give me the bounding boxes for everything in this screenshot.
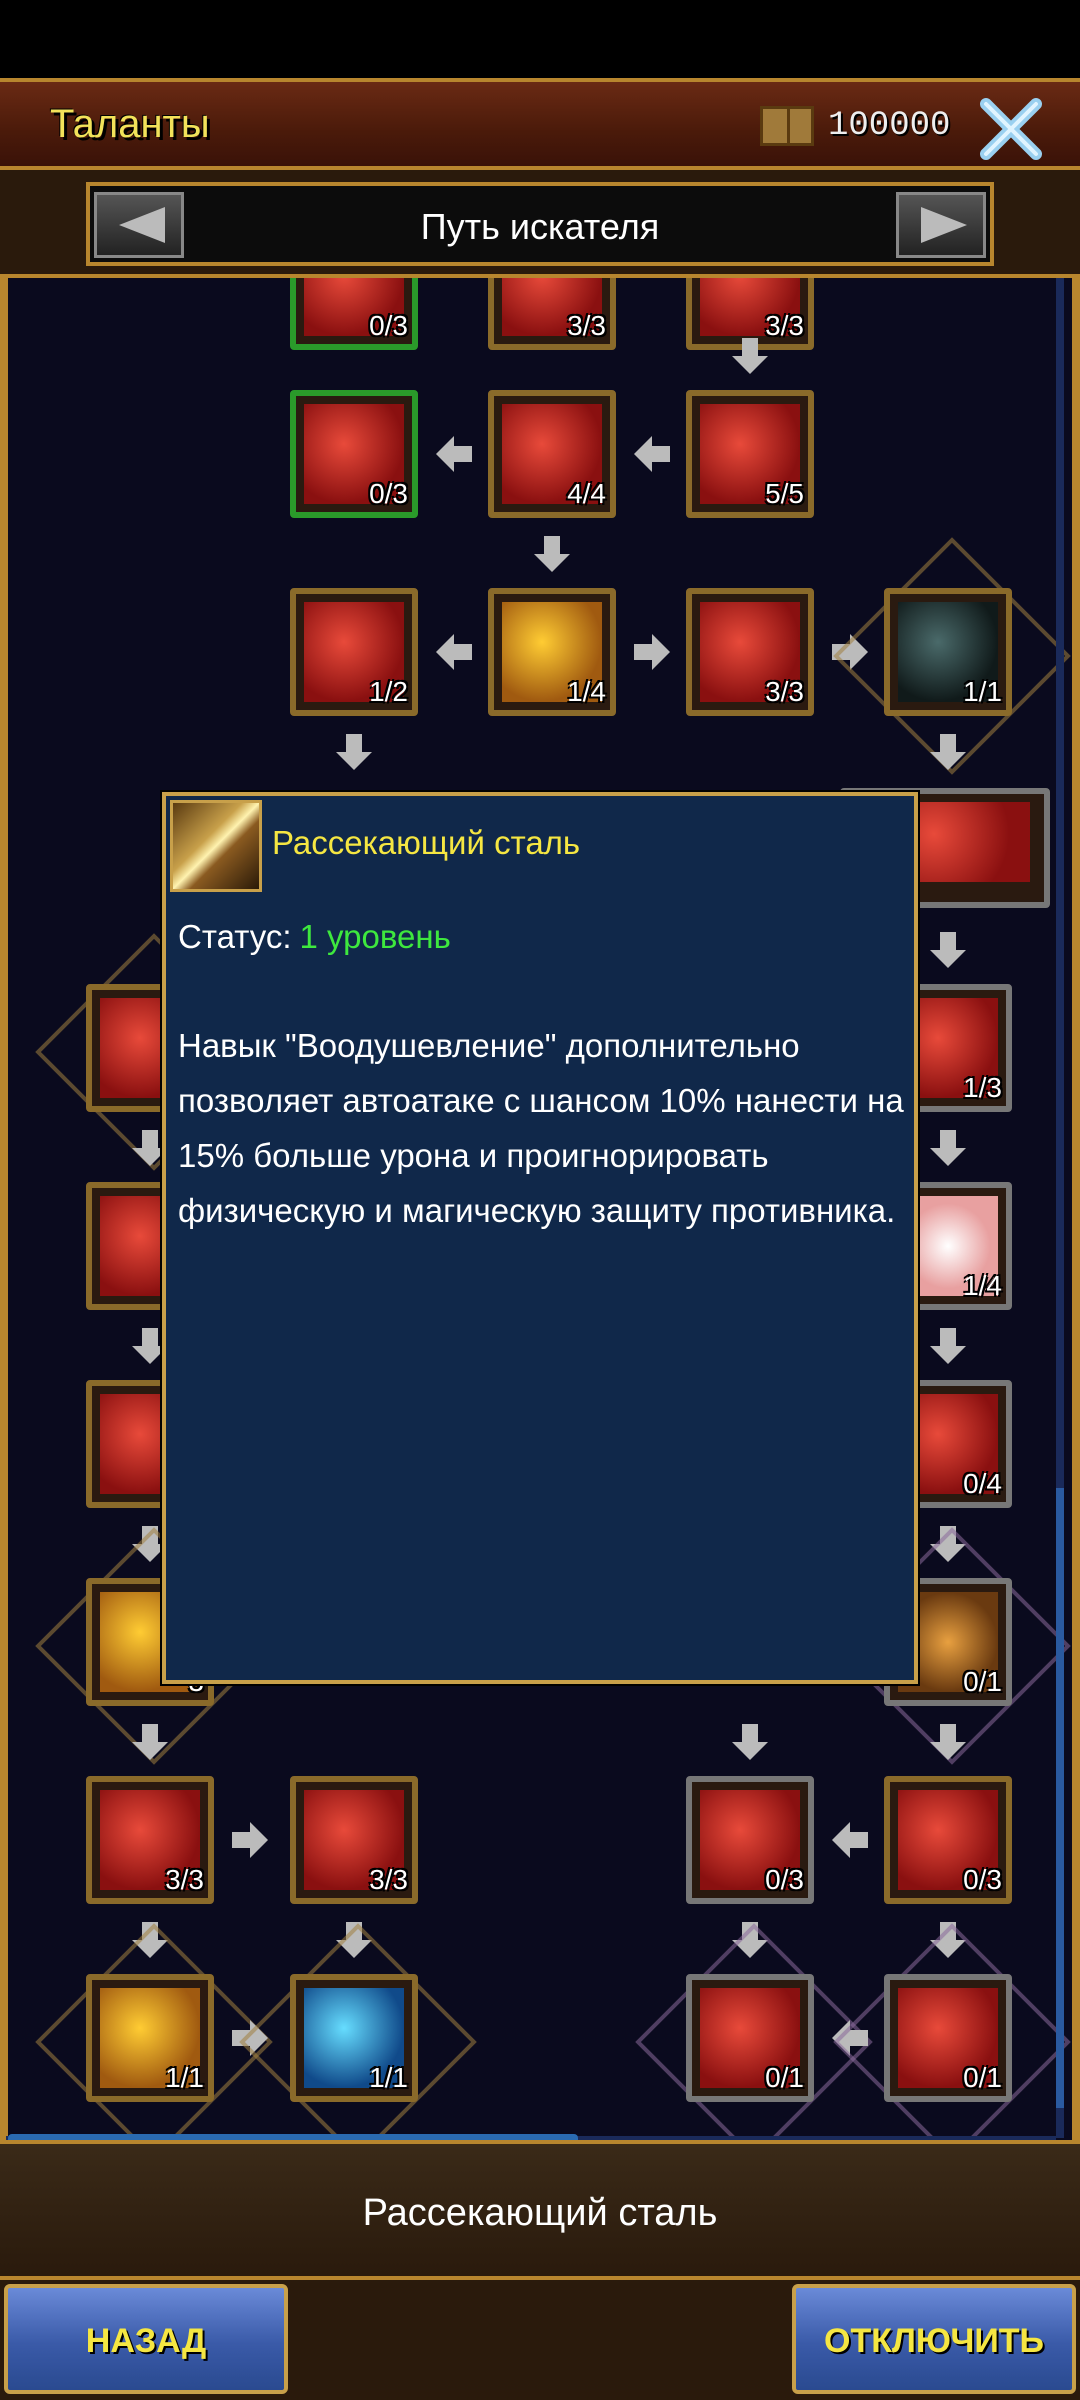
talent-node[interactable]: 3/3 [488, 278, 616, 350]
header: Таланты 100000 [0, 78, 1080, 170]
arrow-right-icon [921, 207, 967, 243]
talent-node[interactable]: 4/4 [488, 390, 616, 518]
talent-node[interactable]: 1/1 [290, 1974, 418, 2102]
talent-node[interactable]: 1/2 [290, 588, 418, 716]
arrow-down-icon [930, 1724, 966, 1760]
talent-node[interactable]: 0/1 [686, 1974, 814, 2102]
status-bar [0, 0, 1080, 78]
disable-button[interactable]: ОТКЛЮЧИТЬ [792, 2284, 1076, 2394]
talent-node[interactable]: 0/1 [884, 1974, 1012, 2102]
status-label: Статус: [178, 918, 292, 955]
back-button[interactable]: НАЗАД [4, 2284, 288, 2394]
arrow-left-icon [436, 436, 472, 472]
arrow-down-icon [930, 932, 966, 968]
tooltip-status: Статус: 1 уровень [178, 918, 451, 956]
arrow-left-icon [832, 1822, 868, 1858]
talent-node[interactable]: 3/3 [290, 1776, 418, 1904]
arrow-down-icon [930, 734, 966, 770]
talent-node[interactable]: 1/1 [884, 588, 1012, 716]
talent-node[interactable]: 1/4 [488, 588, 616, 716]
talent-node[interactable]: 0/3 [686, 1776, 814, 1904]
talent-node[interactable]: 3/3 [686, 588, 814, 716]
close-button[interactable] [978, 96, 1044, 162]
talent-node[interactable]: 0/3 [290, 390, 418, 518]
tooltip-talent-name: Рассекающий сталь [272, 824, 581, 861]
status-value: 1 уровень [299, 918, 451, 955]
book-icon [760, 106, 814, 146]
arrow-down-icon [336, 734, 372, 770]
next-path-button[interactable] [896, 192, 986, 258]
vertical-scroll-thumb[interactable] [1056, 1488, 1064, 2108]
arrow-down-icon [732, 1724, 768, 1760]
back-button-label: НАЗАД [85, 2322, 207, 2360]
arrow-right-icon [634, 634, 670, 670]
selected-talent-name: Рассекающий сталь [362, 2192, 718, 2234]
talent-node[interactable]: 0/3 [290, 278, 418, 350]
arrow-down-icon [534, 536, 570, 572]
arrow-right-icon [232, 1822, 268, 1858]
tooltip-description: Навык "Воодушевление" дополнительно позв… [178, 1027, 904, 1229]
arrow-down-icon [132, 1724, 168, 1760]
path-name: Путь искателя [420, 206, 660, 247]
path-selector: Путь искателя [0, 170, 1080, 278]
currency-display: 100000 [760, 106, 950, 146]
disable-button-label: ОТКЛЮЧИТЬ [824, 2322, 1044, 2360]
arrow-down-icon [732, 338, 768, 374]
talent-node[interactable]: 5/5 [686, 390, 814, 518]
selected-talent-plate: Рассекающий сталь [0, 2140, 1080, 2280]
talent-node[interactable]: 1/1 [86, 1974, 214, 2102]
arrow-left-icon [436, 634, 472, 670]
arrow-down-icon [930, 1130, 966, 1166]
talent-node[interactable]: 0/3 [884, 1776, 1012, 1904]
arrow-left-icon [634, 436, 670, 472]
talent-tooltip: Рассекающий сталь Статус: 1 уровень Навык… [162, 792, 918, 1684]
arrow-down-icon [930, 1328, 966, 1364]
sword-slash-icon [170, 800, 262, 892]
close-icon [980, 98, 1042, 160]
page-title: Таланты [50, 102, 210, 146]
talent-node[interactable]: 3/3 [86, 1776, 214, 1904]
currency-amount: 100000 [828, 107, 951, 145]
